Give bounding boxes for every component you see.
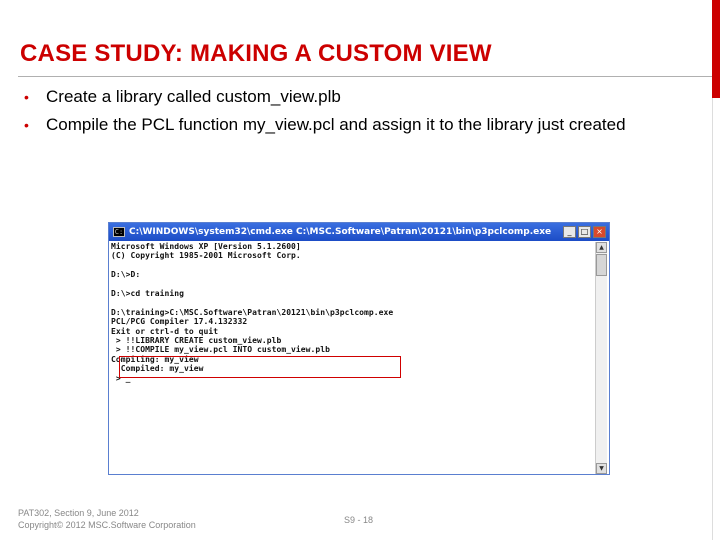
highlight-annotation	[119, 356, 401, 378]
console-line: Exit or ctrl-d to quit	[111, 326, 219, 336]
maximize-button[interactable]: □	[578, 226, 591, 238]
scroll-down-icon[interactable]: ▼	[596, 463, 607, 474]
footer-copyright: Copyright© 2012 MSC.Software Corporation	[18, 520, 196, 530]
console-line: Microsoft Windows XP [Version 5.1.2600]	[111, 242, 301, 251]
console-line: > !!LIBRARY CREATE custom_view.plb	[111, 336, 282, 346]
bullet-dot-icon: •	[24, 117, 29, 133]
minimize-button[interactable]: _	[563, 226, 576, 238]
console-line: > !!COMPILE my_view.pcl INTO custom_view…	[111, 345, 330, 355]
vertical-scrollbar[interactable]: ▲ ▼	[595, 242, 607, 474]
bullet-text: Create a library called custom_view.plb	[46, 87, 341, 106]
cmd-window-icon[interactable]: C:	[113, 227, 125, 237]
bullet-text: Compile the PCL function my_view.pcl and…	[46, 115, 626, 134]
cmd-titlebar[interactable]: C: C:\WINDOWS\system32\cmd.exe C:\MSC.So…	[109, 223, 609, 241]
close-button[interactable]: ×	[593, 226, 606, 238]
bullet-dot-icon: •	[24, 89, 29, 105]
console-output[interactable]: Microsoft Windows XP [Version 5.1.2600](…	[111, 242, 595, 472]
bullet-item: • Compile the PCL function my_view.pcl a…	[24, 114, 684, 136]
console-line: D:\>cd training	[111, 289, 184, 298]
console-line: PCL/PCG Compiler 17.4.132332	[111, 317, 248, 327]
cmd-window[interactable]: C: C:\WINDOWS\system32\cmd.exe C:\MSC.So…	[108, 222, 610, 475]
accent-stripe-lower	[712, 98, 720, 540]
footer-course: PAT302, Section 9, June 2012	[18, 508, 139, 518]
bullet-list: • Create a library called custom_view.pl…	[24, 86, 684, 142]
console-line: D:\training>C:\MSC.Software\Patran\20121…	[111, 307, 394, 317]
title-divider	[18, 76, 712, 77]
console-line: D:\>D:	[111, 270, 141, 280]
slide-title: CASE STUDY: MAKING A CUSTOM VIEW	[20, 40, 492, 67]
scroll-up-icon[interactable]: ▲	[596, 242, 607, 253]
accent-stripe	[712, 0, 720, 100]
bullet-item: • Create a library called custom_view.pl…	[24, 86, 684, 108]
page-number: S9 - 18	[344, 515, 374, 525]
cmd-window-title: C:\WINDOWS\system32\cmd.exe C:\MSC.Softw…	[129, 227, 552, 237]
scroll-thumb[interactable]	[596, 254, 607, 276]
footer-info: PAT302, Section 9, June 2012 Copyright© …	[18, 507, 196, 531]
console-line: (C) Copyright 1985-2001 Microsoft Corp.	[111, 251, 301, 261]
